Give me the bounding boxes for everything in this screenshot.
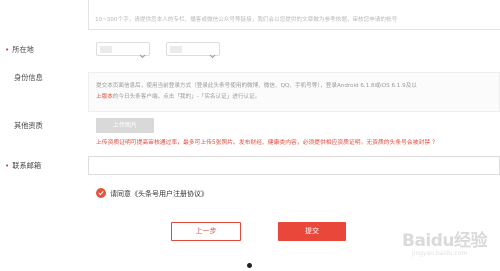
province-select[interactable] bbox=[96, 42, 150, 59]
page-indicator-dot bbox=[247, 263, 252, 268]
city-value bbox=[170, 46, 182, 53]
watermark-logo: Baidu经验 bbox=[402, 231, 488, 251]
email-label: • 联系邮箱 bbox=[5, 161, 42, 170]
checkbox-checked-icon[interactable] bbox=[96, 188, 106, 198]
identity-text-line1: 提交本页面信息后，使用当前登录方式（登录此头条号使用的微博、微信、QQ、手机号等… bbox=[96, 83, 417, 89]
city-select[interactable] bbox=[166, 42, 220, 59]
bio-hint: 10~300个字，请提供您本人的专栏、播客或微信公众号等链接，我们会以您提供的文… bbox=[95, 17, 398, 23]
location-label: • 所在地 bbox=[5, 45, 34, 54]
bio-textarea[interactable]: 10~300个字，请提供您本人的专栏、播客或微信公众号等链接，我们会以您提供的文… bbox=[88, 0, 500, 30]
required-mark: • bbox=[5, 161, 10, 170]
baidu-watermark: Baidu经验 jingyan.baidu.com bbox=[402, 226, 498, 266]
identity-label: 身份信息 bbox=[14, 73, 43, 82]
prev-step-button[interactable]: 上一步 bbox=[171, 222, 241, 241]
email-field[interactable] bbox=[88, 156, 500, 175]
agreement-link[interactable]: 请同意《头条号用户注册协议》 bbox=[110, 189, 208, 199]
submit-button[interactable]: 提交 bbox=[278, 222, 346, 241]
chevron-down-icon bbox=[209, 45, 216, 64]
other-credentials-label: 其他资质 bbox=[14, 121, 43, 130]
registration-form-page: 10~300个字，请提供您本人的专栏、播客或微信公众号等链接，我们会以您提供的文… bbox=[0, 0, 500, 271]
chevron-down-icon bbox=[139, 45, 146, 64]
province-value bbox=[100, 46, 112, 53]
upload-image-button[interactable]: 上传图片 bbox=[96, 118, 154, 133]
watermark-url: jingyan.baidu.com bbox=[412, 250, 468, 257]
identity-text-line2: 上版本的今日头条客户端，点击「我的」-「实名认证」进行认证。 bbox=[96, 94, 261, 100]
upload-warning-text: 上传资质证明可提高审核通过率，最多可上传5张照片。发布财经、健康类内容，必须提供… bbox=[96, 140, 438, 146]
identity-info-box: 提交本页面信息后，使用当前登录方式（登录此头条号使用的微博、微信、QQ、手机号等… bbox=[88, 72, 500, 112]
required-mark: • bbox=[5, 45, 10, 54]
